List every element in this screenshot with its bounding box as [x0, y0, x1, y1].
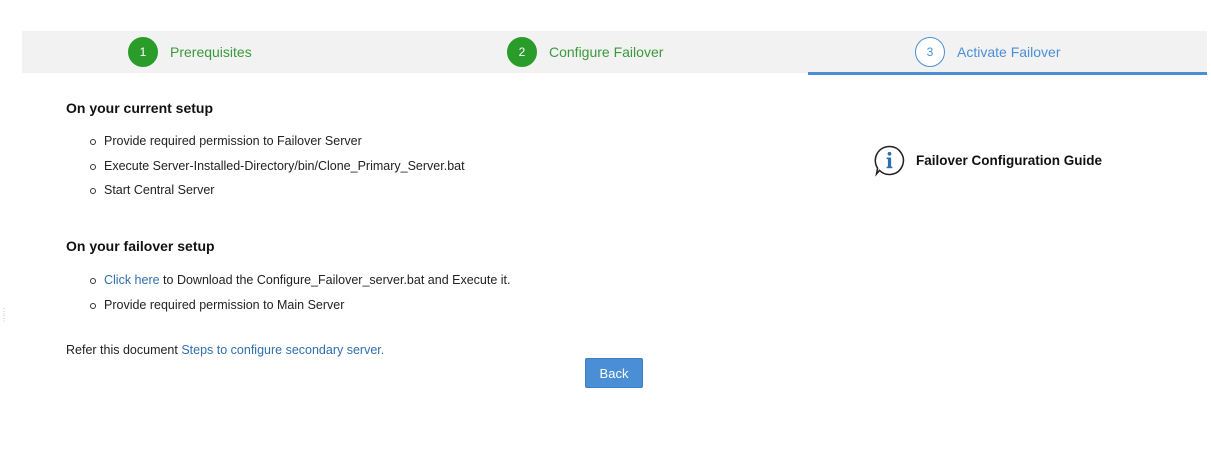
- active-step-indicator: [808, 72, 1207, 75]
- list-item: Provide required permission to Main Serv…: [66, 293, 510, 318]
- step-1-label: Prerequisites: [170, 44, 252, 60]
- step-3-label: Activate Failover: [957, 44, 1061, 60]
- step-1-number: 1: [128, 37, 158, 67]
- list-item: Start Central Server: [66, 178, 465, 203]
- info-icon: [874, 145, 905, 177]
- step-activate-failover[interactable]: 3 Activate Failover: [915, 31, 1060, 73]
- current-setup-title: On your current setup: [66, 100, 214, 116]
- current-setup-list: Provide required permission to Failover …: [66, 129, 465, 203]
- failover-guide[interactable]: Failover Configuration Guide: [873, 144, 1102, 177]
- list-item: Execute Server-Installed-Directory/bin/C…: [66, 154, 465, 179]
- list-item: Click here to Download the Configure_Fai…: [66, 268, 510, 293]
- step-prerequisites[interactable]: 1 Prerequisites: [128, 31, 252, 73]
- step-2-number: 2: [507, 37, 537, 67]
- step-2-label: Configure Failover: [549, 44, 664, 60]
- refer-prefix: Refer this document: [66, 343, 182, 357]
- list-item: Provide required permission to Failover …: [66, 129, 465, 154]
- step-3-number: 3: [915, 37, 945, 67]
- wizard-stepper: 1 Prerequisites 2 Configure Failover 3 A…: [22, 31, 1207, 75]
- failover-setup-list: Click here to Download the Configure_Fai…: [66, 268, 510, 317]
- resize-handle[interactable]: ⋮ ⋮: [0, 308, 8, 330]
- step-configure-failover[interactable]: 2 Configure Failover: [507, 31, 663, 73]
- secondary-server-doc-link[interactable]: Steps to configure secondary server.: [181, 343, 384, 357]
- guide-label: Failover Configuration Guide: [916, 153, 1103, 168]
- click-here-link[interactable]: Click here: [104, 273, 160, 287]
- refer-document: Refer this document Steps to configure s…: [66, 343, 384, 357]
- failover-setup-title: On your failover setup: [66, 238, 215, 254]
- click-here-description: to Download the Configure_Failover_serve…: [159, 273, 511, 287]
- back-button[interactable]: Back: [585, 358, 643, 388]
